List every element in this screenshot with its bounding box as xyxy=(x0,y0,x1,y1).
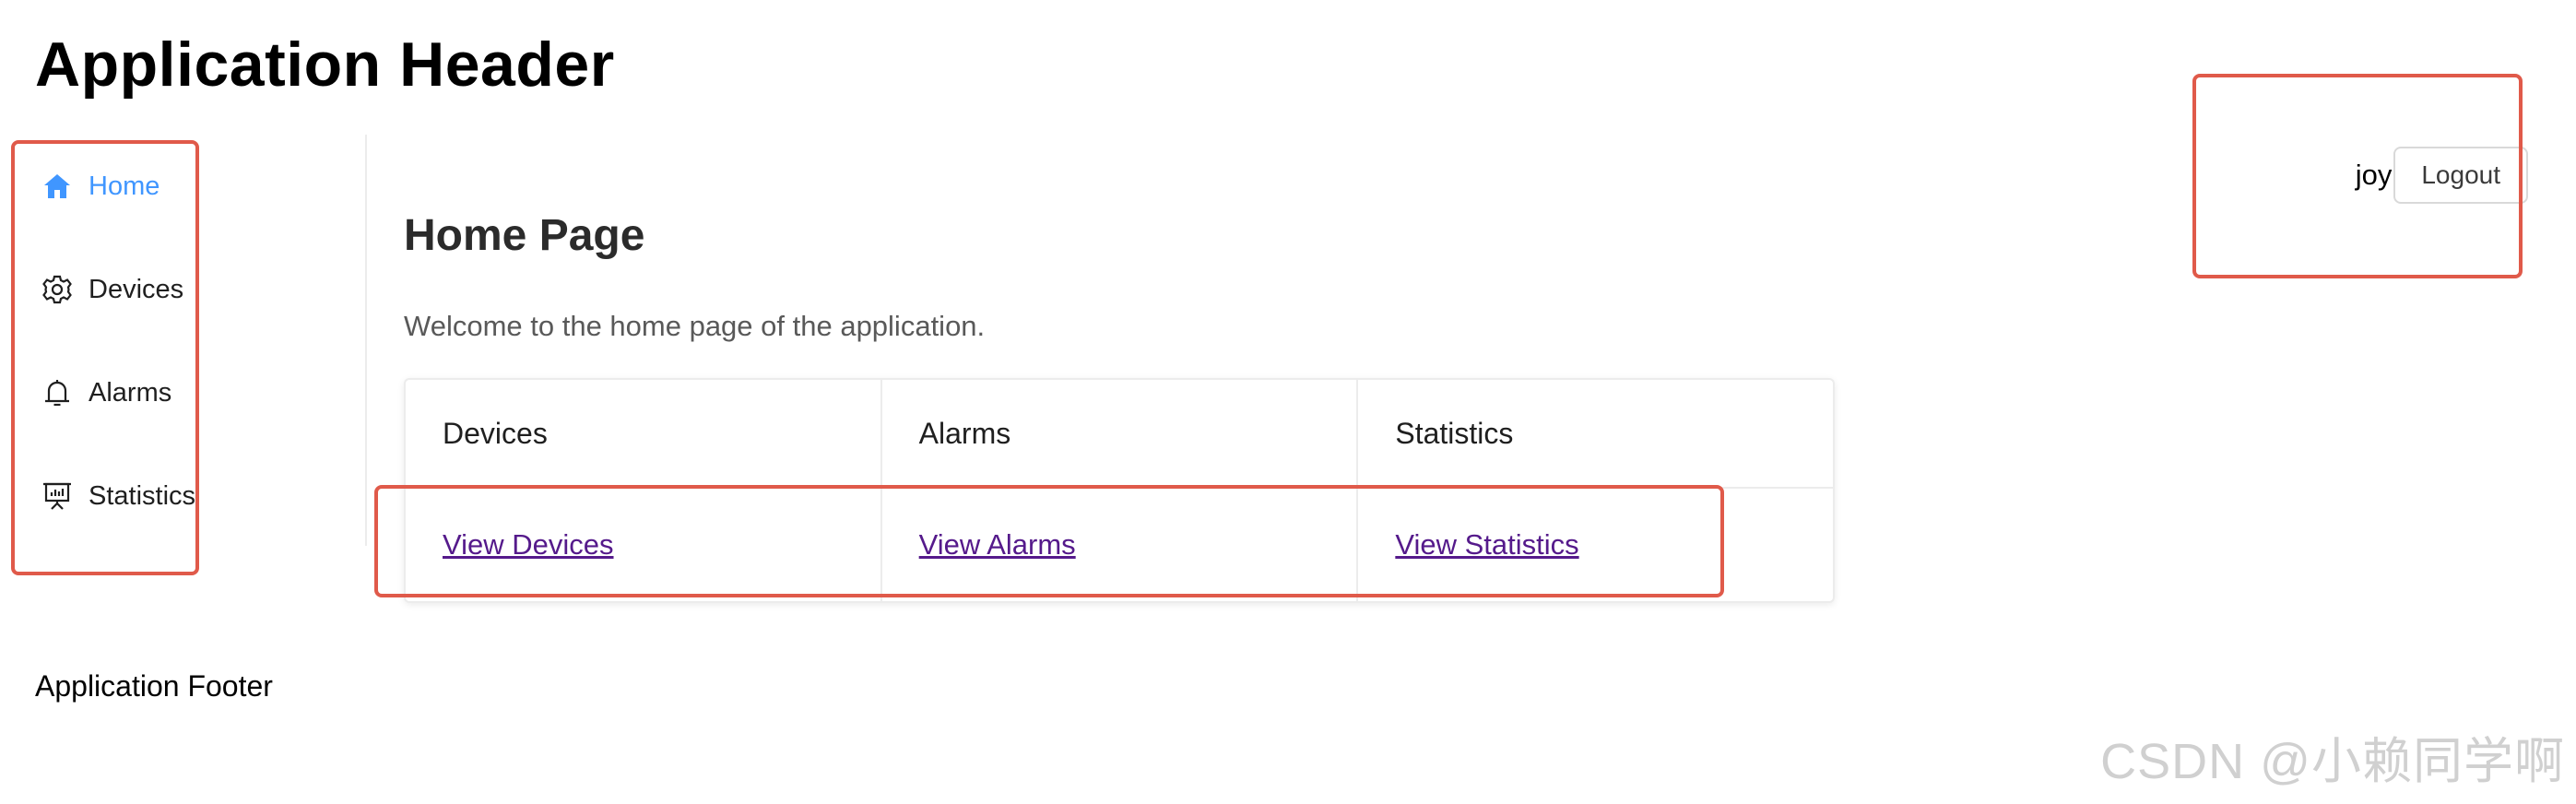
user-area: joy Logout xyxy=(2356,146,2528,205)
view-devices-link[interactable]: View Devices xyxy=(443,528,614,562)
card-devices: Devices View Devices xyxy=(406,380,882,601)
sidebar-item-home[interactable]: Home xyxy=(41,159,160,214)
sidebar-item-label: Home xyxy=(89,171,160,201)
sidebar-item-alarms[interactable]: Alarms xyxy=(41,365,171,420)
card-title: Statistics xyxy=(1358,380,1834,489)
watermark: CSDN @小赖同学啊 xyxy=(2100,734,2565,789)
sidebar-item-label: Statistics xyxy=(89,480,196,511)
username: joy xyxy=(2355,159,2393,191)
page-title: Home Page xyxy=(404,211,645,260)
app-header-title: Application Header xyxy=(35,30,615,100)
card-title: Devices xyxy=(406,380,880,489)
view-alarms-link[interactable]: View Alarms xyxy=(919,528,1076,562)
sidebar-item-devices[interactable]: Devices xyxy=(41,262,183,317)
gear-icon xyxy=(41,273,74,306)
sidebar-divider xyxy=(365,135,367,546)
sidebar-item-statistics[interactable]: Statistics xyxy=(41,468,195,524)
sidebar-item-label: Devices xyxy=(89,274,184,304)
card-grid: Devices View Devices Alarms View Alarms … xyxy=(404,378,1835,603)
sidebar-item-label: Alarms xyxy=(89,377,172,408)
sidebar-menu: Home Devices Alarms Statistics xyxy=(11,140,199,575)
presentation-chart-icon xyxy=(41,479,74,513)
card-alarms: Alarms View Alarms xyxy=(881,380,1359,601)
app-footer: Application Footer xyxy=(35,669,273,703)
card-title: Alarms xyxy=(881,380,1357,489)
home-icon xyxy=(41,170,74,203)
card-statistics: Statistics View Statistics xyxy=(1358,380,1834,601)
view-statistics-link[interactable]: View Statistics xyxy=(1395,528,1578,562)
card-body: View Alarms xyxy=(882,489,1357,601)
bell-icon xyxy=(41,376,74,409)
card-body: View Statistics xyxy=(1358,489,1833,601)
logout-button[interactable]: Logout xyxy=(2393,147,2528,204)
card-body: View Devices xyxy=(406,489,880,601)
welcome-text: Welcome to the home page of the applicat… xyxy=(404,310,986,342)
